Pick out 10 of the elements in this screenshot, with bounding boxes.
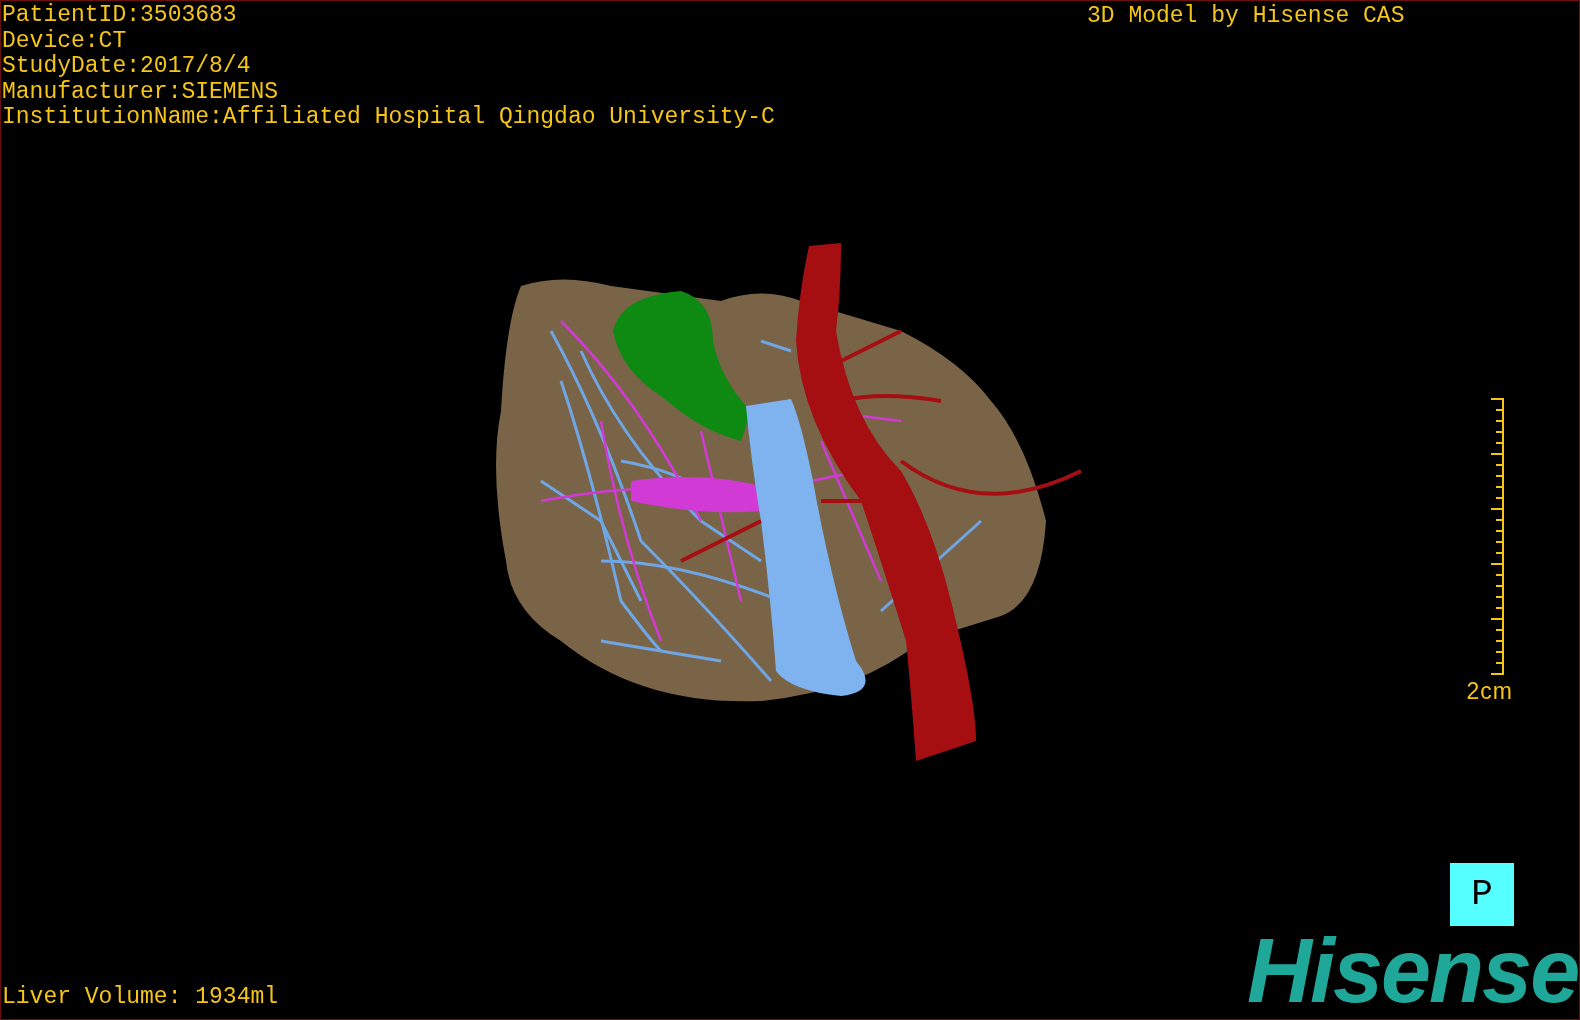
scale-label: 2cm — [1466, 680, 1513, 702]
study-info-line: Manufacturer:SIEMENS — [2, 79, 279, 105]
liver-volume: Liver Volume: 1934ml — [2, 984, 279, 1010]
model-caption: 3D Model by Hisense CAS — [1087, 3, 1405, 29]
study-info-line: Device:CT — [2, 28, 127, 54]
study-info-line: InstitutionName:Affiliated Hospital Qingdao University-C — [2, 105, 775, 131]
orientation-marker: P — [1450, 863, 1514, 926]
study-info-line: PatientID:3503683 — [2, 3, 237, 29]
brand-logo: Hisense — [1247, 925, 1579, 1017]
study-info-line: StudyDate:2017/8/4 — [2, 54, 251, 80]
